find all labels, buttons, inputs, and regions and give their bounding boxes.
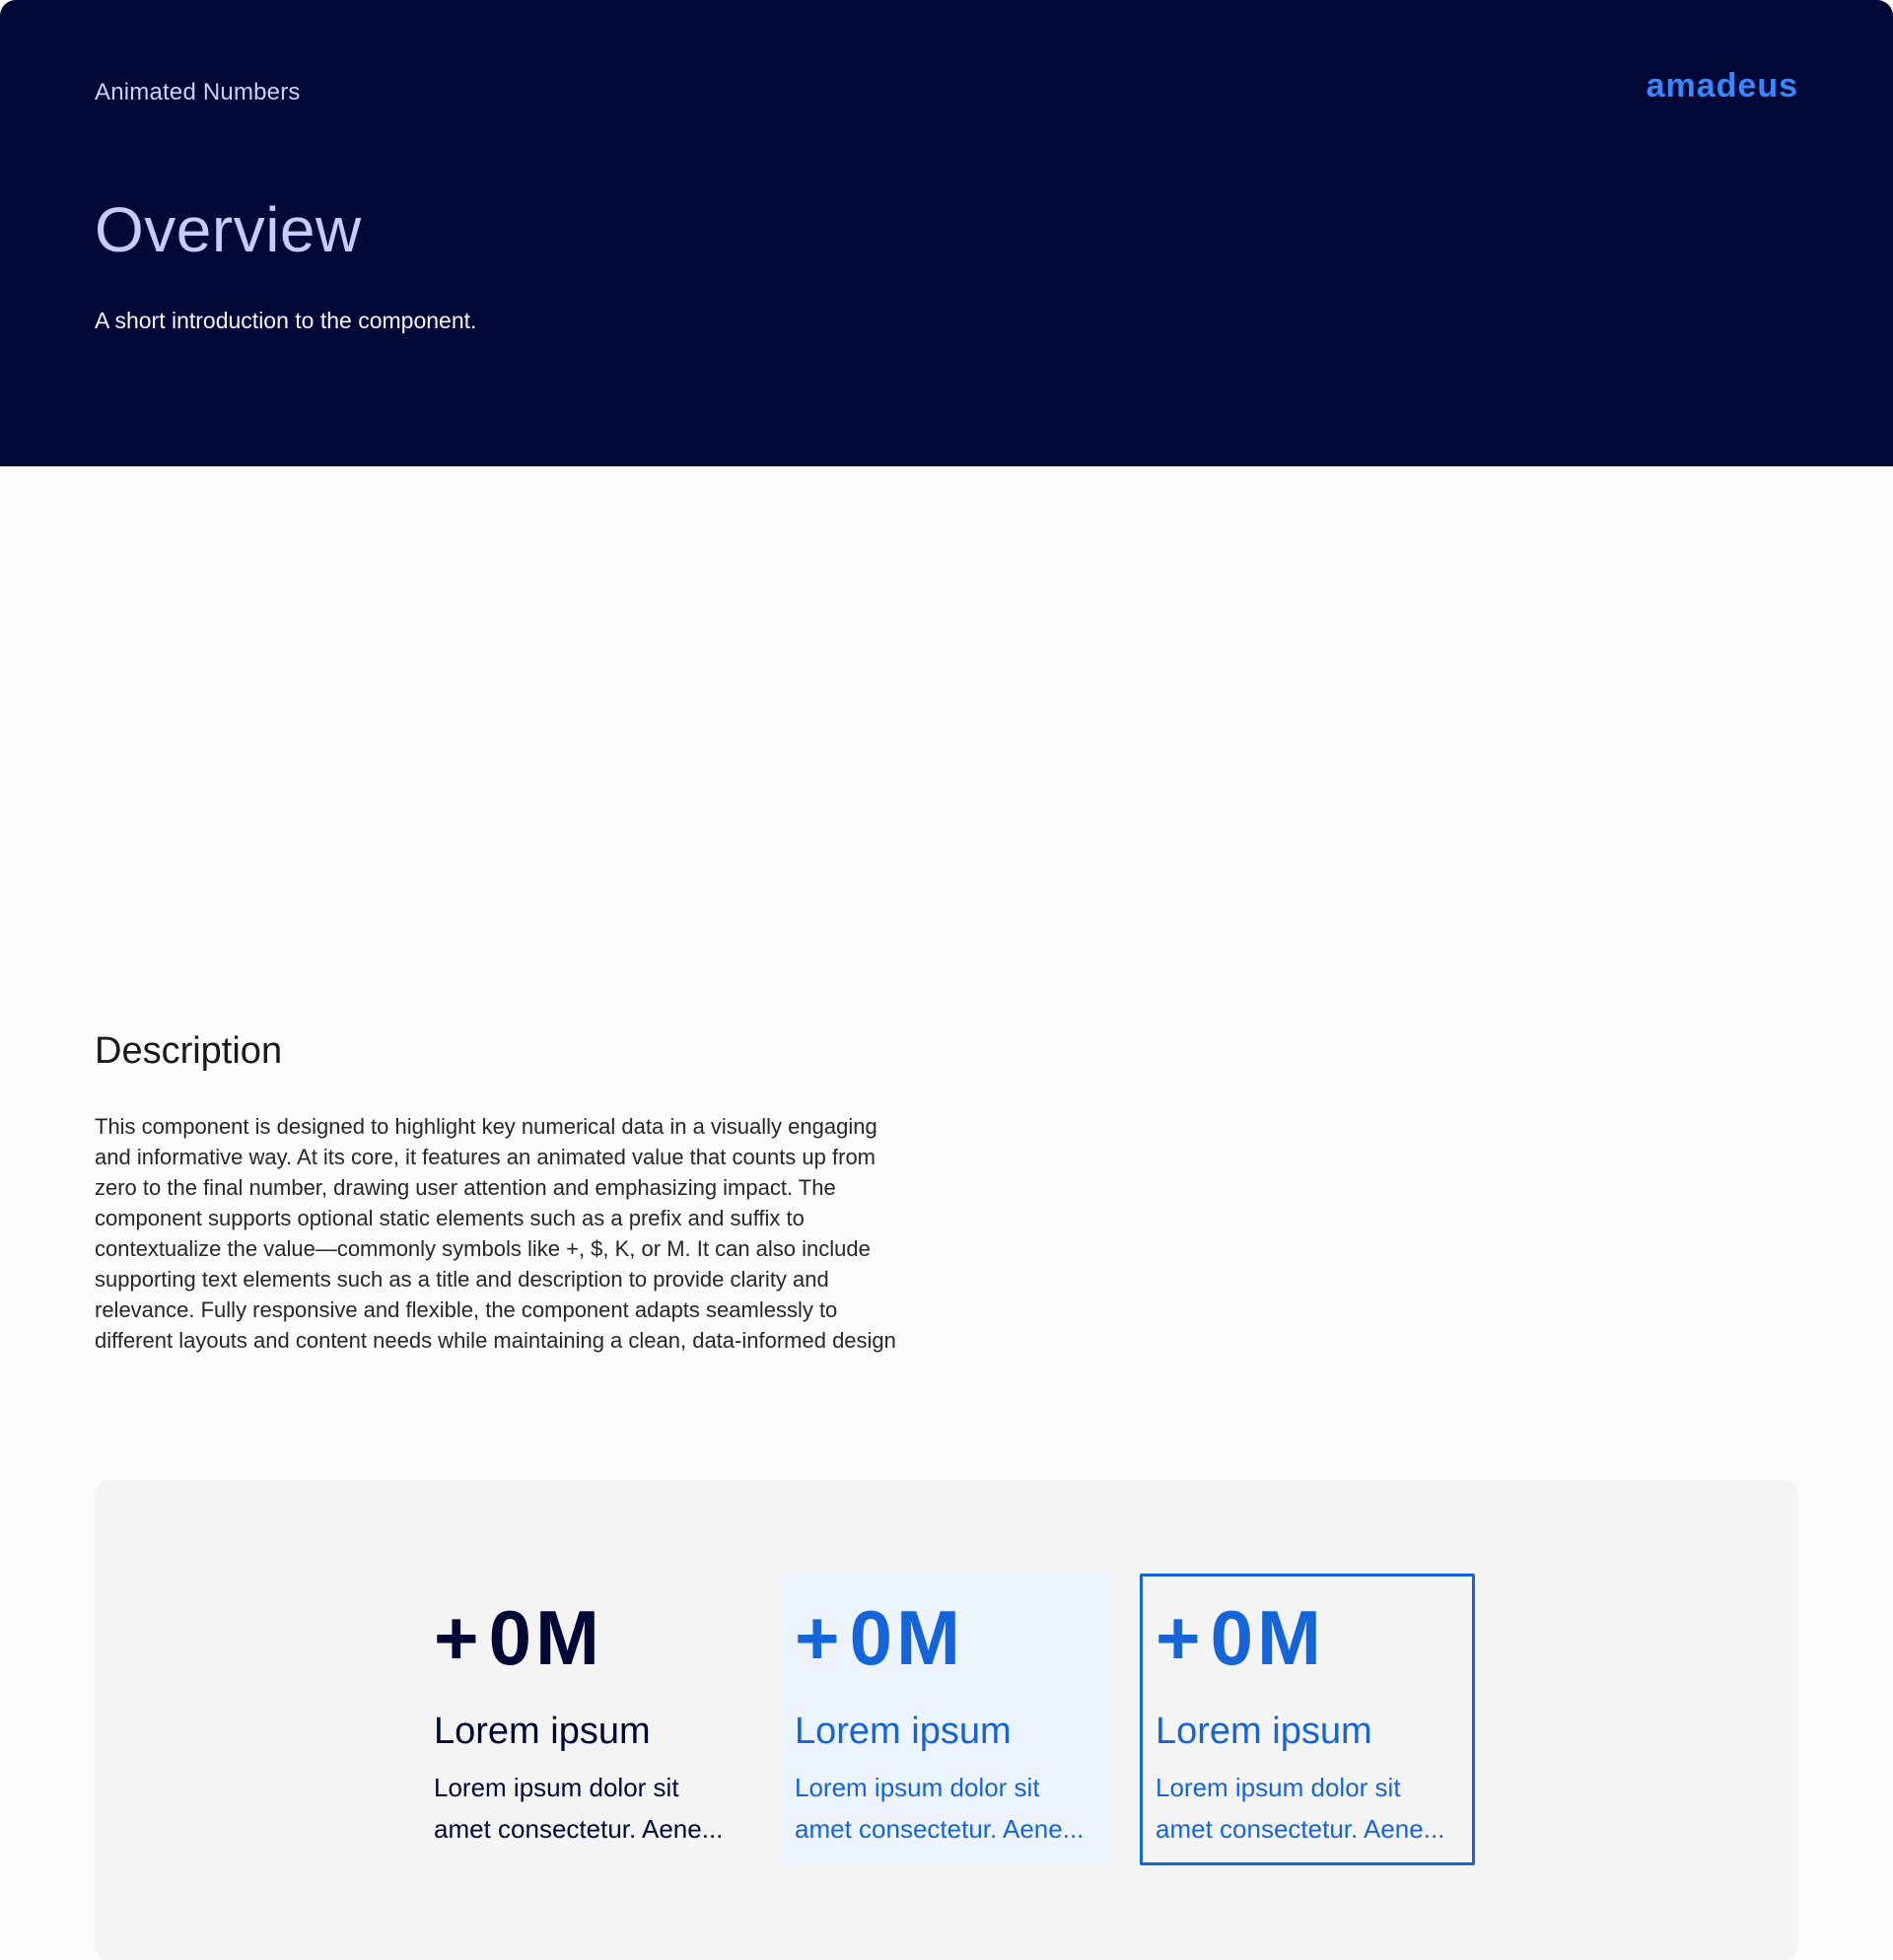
animated-number: + 0 M [1156,1594,1472,1681]
number-prefix: + [434,1594,483,1681]
card-description-line: amet consectetur. Aene... [795,1813,1085,1844]
card-description-line: Lorem ipsum dolor sit [795,1772,1040,1802]
card-description: Lorem ipsum dolor sit amet consectetur. … [434,1767,749,1850]
number-suffix: M [1256,1594,1325,1681]
component-name: Animated Numbers [95,79,301,105]
card-description: Lorem ipsum dolor sit amet consectetur. … [795,1767,1110,1850]
number-value: 0 [849,1594,896,1681]
animated-number-card-default: + 0 M Lorem ipsum Lorem ipsum dolor sit … [418,1574,753,1865]
number-suffix: M [534,1594,603,1681]
description-heading: Description [95,1030,283,1072]
card-description-line: amet consectetur. Aene... [434,1813,724,1844]
animated-number: + 0 M [795,1594,1114,1681]
card-description-line: Lorem ipsum dolor sit [434,1772,679,1802]
number-value: 0 [1210,1594,1257,1681]
card-description-line: amet consectetur. Aene... [1156,1813,1445,1844]
number-value: 0 [488,1594,535,1681]
animated-number-card-hover[interactable]: + 0 M Lorem ipsum Lorem ipsum dolor sit … [779,1574,1114,1865]
number-prefix: + [795,1594,844,1681]
card-description-line: Lorem ipsum dolor sit [1156,1772,1401,1802]
description-body: This component is designed to highlight … [95,1114,896,1353]
card-title: Lorem ipsum [795,1711,1012,1752]
card-description: Lorem ipsum dolor sit amet consectetur. … [1156,1767,1471,1850]
number-suffix: M [895,1594,964,1681]
amadeus-logo: amadeus [1646,67,1798,105]
animated-number: + 0 M [434,1594,753,1681]
card-title: Lorem ipsum [1156,1711,1372,1752]
card-title: Lorem ipsum [434,1711,651,1752]
demo-panel: + 0 M Lorem ipsum Lorem ipsum dolor sit … [95,1480,1798,1960]
page-title: Overview [95,194,362,265]
animated-number-card-focus[interactable]: + 0 M Lorem ipsum Lorem ipsum dolor sit … [1140,1574,1475,1865]
number-prefix: + [1156,1594,1205,1681]
page-subtitle: A short introduction to the component. [95,308,477,333]
page-header: Animated Numbers amadeus Overview A shor… [0,0,1893,466]
